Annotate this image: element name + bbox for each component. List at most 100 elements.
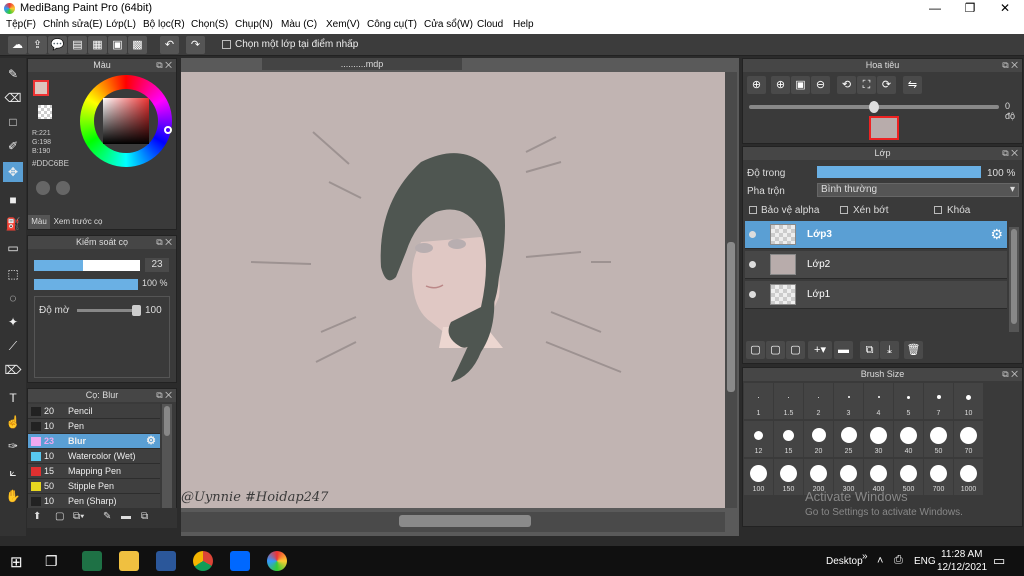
clip-checkbox[interactable] <box>840 206 848 214</box>
menu-color[interactable]: Màu (C) <box>281 19 317 30</box>
brush-list-item[interactable]: 15 Mapping Pen <box>28 464 160 479</box>
bucket-icon[interactable]: ⛽ <box>3 214 23 234</box>
brush-list-item[interactable]: 20 Pencil <box>28 404 160 419</box>
gear-icon[interactable]: ⚙ <box>146 434 156 449</box>
brush-list-item[interactable]: 10 Pen <box>28 419 160 434</box>
protect-alpha-checkbox[interactable] <box>749 206 757 214</box>
medibang-icon[interactable] <box>267 551 287 571</box>
gradient-icon[interactable]: ▭ <box>3 238 23 258</box>
visibility-icon[interactable] <box>749 231 756 238</box>
brush-size-option[interactable]: 70 <box>954 421 983 457</box>
windows-start-icon[interactable]: ⊞ <box>10 553 23 571</box>
document-tab[interactable]: ..........mdp <box>262 58 462 70</box>
brush-size-option[interactable]: 1 <box>744 383 773 419</box>
maximize-button[interactable]: ❐ <box>955 0 985 17</box>
rotation-slider[interactable] <box>749 101 999 113</box>
brush-size-option[interactable]: 40 <box>894 421 923 457</box>
add-layer-menu-icon[interactable]: +▾ <box>808 341 832 359</box>
lasso-icon[interactable]: ◌ <box>3 288 23 308</box>
layer-opacity-slider[interactable] <box>817 166 981 178</box>
brush-size-option[interactable]: 150 <box>774 459 803 495</box>
task-view-icon[interactable]: ❐ <box>45 553 58 570</box>
tiles-icon[interactable]: ▩ <box>128 36 147 54</box>
brush-size-option[interactable]: 30 <box>864 421 893 457</box>
add-brush-icon[interactable]: ⬆ <box>33 511 41 522</box>
brush-icon[interactable]: ✎ <box>3 64 23 84</box>
drawing-canvas[interactable]: @Uynnie #Hoidap247 <box>181 72 725 508</box>
flip-icon[interactable]: ⇋ <box>903 76 922 94</box>
document-icon[interactable]: ▦ <box>88 36 107 54</box>
select-layer-checkbox[interactable] <box>222 40 231 49</box>
brush-list-item[interactable]: 23 Blur ⚙ <box>28 434 160 449</box>
trash-icon[interactable]: 🗑 <box>904 341 923 359</box>
select-eraser-icon[interactable]: ⌦ <box>3 360 23 380</box>
file-explorer-icon[interactable] <box>119 551 139 571</box>
menu-window[interactable]: Cửa sổ(W) <box>424 19 473 30</box>
tab-brush-preview[interactable]: Xem trước cọ <box>52 215 104 229</box>
share-icon[interactable]: ⇪ <box>28 36 47 54</box>
brush-list-item[interactable]: 10 Watercolor (Wet) <box>28 449 160 464</box>
panel-buttons-icon[interactable]: ⧉ ✕ <box>1002 368 1018 381</box>
clock-time[interactable]: 11:28 AM <box>941 549 983 560</box>
cloud-icon[interactable]: ☁ <box>8 36 27 54</box>
pen-icon[interactable]: ✐ <box>3 136 23 156</box>
layer-row[interactable]: Lớp1 <box>745 281 1007 309</box>
brush-size-option[interactable]: 700 <box>924 459 953 495</box>
menu-layer[interactable]: Lớp(L) <box>106 19 136 30</box>
comment-icon[interactable]: 💬 <box>48 36 67 54</box>
sub-color-swatch[interactable] <box>38 105 52 119</box>
menu-view[interactable]: Xem(V) <box>326 19 360 30</box>
excel-icon[interactable] <box>82 551 102 571</box>
fill-rect-icon[interactable]: ■ <box>3 190 23 210</box>
merge-layer-icon[interactable]: ⤓ <box>880 341 899 359</box>
eraser-icon[interactable]: ⌫ <box>3 88 23 108</box>
grid-icon[interactable]: ▣ <box>108 36 127 54</box>
network-icon[interactable]: ⎙ <box>894 554 903 567</box>
brush-size-option[interactable]: 4 <box>864 383 893 419</box>
rotate-right-icon[interactable]: ⟳ <box>877 76 896 94</box>
select-rect-icon[interactable]: ⬚ <box>3 264 23 284</box>
chevron-up-icon[interactable]: ˄ <box>877 555 883 567</box>
language-indicator[interactable]: ENG <box>914 556 936 567</box>
folder-icon[interactable]: ▬ <box>121 511 131 522</box>
undo-button[interactable]: ↶ <box>160 36 179 54</box>
rectangle-icon[interactable]: □ <box>3 112 23 132</box>
layer-row[interactable]: Lớp3 ⚙ <box>745 221 1007 249</box>
saturation-square[interactable] <box>103 98 149 144</box>
menu-filter[interactable]: Bộ lọc(R) <box>143 19 185 30</box>
brush-list-item[interactable]: 10 Pen (Sharp) <box>28 494 160 509</box>
rotate-left-icon[interactable]: ⟲ <box>837 76 856 94</box>
brush-size-option[interactable]: 20 <box>804 421 833 457</box>
move-icon[interactable]: ✥ <box>3 162 23 182</box>
zoom-actual-icon[interactable]: ▣ <box>791 76 810 94</box>
operation-icon[interactable]: ☝ <box>3 412 23 432</box>
copy-brush-icon[interactable]: ⧉▾ <box>73 511 84 522</box>
eyedropper-icon[interactable]: ⟀ <box>3 462 23 482</box>
blend-select[interactable]: Bình thường ▾ <box>817 183 1019 197</box>
menu-tools[interactable]: Công cụ(T) <box>367 19 417 30</box>
lock-checkbox[interactable] <box>934 206 942 214</box>
menu-select[interactable]: Chọn(S) <box>191 19 228 30</box>
fit-window-icon[interactable]: ⛶ <box>857 76 876 94</box>
new-halftone-layer-icon[interactable]: ▢ <box>766 341 785 359</box>
palette-alt-icon[interactable] <box>56 181 70 195</box>
brush-size-option[interactable]: 25 <box>834 421 863 457</box>
new-brush-icon[interactable]: ▢ <box>55 511 64 522</box>
brush-size-option[interactable]: 10 <box>954 383 983 419</box>
panel-buttons-icon[interactable]: ⧉ ✕ <box>1002 147 1018 160</box>
word-icon[interactable] <box>156 551 176 571</box>
brush-size-option[interactable]: 12 <box>744 421 773 457</box>
zoom-out-icon[interactable]: ⊖ <box>811 76 830 94</box>
hand-icon[interactable]: ✋ <box>3 486 23 506</box>
notification-icon[interactable]: ▭ <box>993 553 1005 569</box>
gear-icon[interactable]: ⚙ <box>990 226 1003 243</box>
menu-help[interactable]: Help <box>513 19 534 30</box>
menu-cloud[interactable]: Cloud <box>477 19 503 30</box>
brush-size-option[interactable]: 5 <box>894 383 923 419</box>
new-layer-icon[interactable]: ▢ <box>746 341 765 359</box>
chevron-icon[interactable]: » <box>862 551 868 562</box>
horizontal-scrollbar[interactable] <box>181 512 725 532</box>
vertical-scrollbar[interactable] <box>725 72 737 508</box>
visibility-icon[interactable] <box>749 261 756 268</box>
brush-list-item[interactable]: 50 Stipple Pen <box>28 479 160 494</box>
